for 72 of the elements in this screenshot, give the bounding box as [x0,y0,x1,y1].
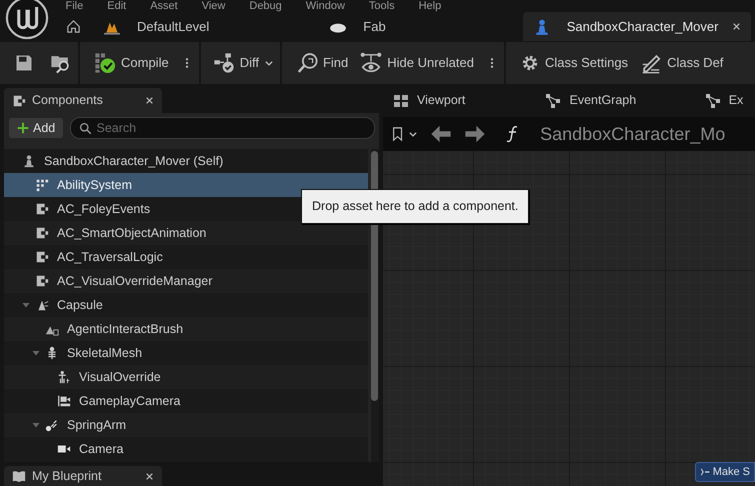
tooltip: Drop asset here to add a component. [301,189,530,224]
document-tab[interactable]: Fab [319,12,396,41]
bookmark-icon [391,126,405,142]
tree-item[interactable]: Capsule [4,293,368,317]
grid-icon [393,92,409,108]
tree-item[interactable]: AbilitySystem [4,173,368,197]
book-icon [12,469,26,483]
engine-logo-icon [5,0,49,40]
class-defaults-button[interactable]: Class Def [634,42,730,84]
camera-rig-icon [57,394,71,408]
graph-tab[interactable]: Ex [696,88,755,113]
graph-title: SandboxCharacter_Mo [540,122,726,146]
compile-button[interactable]: Compile [80,42,175,84]
search-field[interactable]: Search [70,117,375,139]
tree-item[interactable]: GameplayCamera [4,389,368,413]
tree-item[interactable]: AgenticInteractBrush [4,317,368,341]
menu-item[interactable]: Tools [368,0,395,12]
graph-tab[interactable]: EventGraph [537,88,697,113]
close-icon[interactable] [145,96,154,105]
diff-dropdown[interactable]: Diff [200,42,280,84]
tree-item[interactable]: SpringArm [4,413,368,437]
compile-check-icon [94,52,116,74]
expanded-arrow-icon[interactable] [32,421,40,429]
back-arrow-icon[interactable] [430,123,452,145]
home-icon[interactable] [66,19,80,34]
class-settings-button[interactable]: Class Settings [506,42,634,84]
document-tab[interactable]: DefaultLevel [93,12,220,41]
expanded-arrow-icon[interactable] [22,301,30,309]
pawn-icon [22,154,36,168]
graph-icon [704,92,721,108]
menu-item[interactable]: Help [418,0,442,12]
menu-item[interactable]: File [66,0,84,12]
save-icon [14,53,34,73]
component-icon [35,226,49,240]
menu-item[interactable]: Asset [150,0,178,12]
component-icon [35,250,49,264]
hide-unrelated-button[interactable]: Hide Unrelated [354,42,480,84]
diff-icon [212,52,235,74]
tree-item[interactable]: Camera [4,437,368,461]
tree-item[interactable]: AC_TraversalLogic [4,245,368,269]
tree-item[interactable]: AC_VisualOverrideManager [4,269,368,293]
panel-tab[interactable]: My Blueprint [4,466,162,486]
menu-item[interactable]: View [202,0,226,12]
spring-icon [45,418,59,432]
make-button[interactable]: Make S [694,462,755,482]
expanded-arrow-icon[interactable] [32,349,40,357]
panel-tab[interactable]: Components [4,88,162,113]
close-icon[interactable] [732,22,742,31]
graph-icon [545,92,562,108]
menu-item[interactable]: Debug [249,0,282,12]
connector-icon [700,466,710,477]
bookmark-dropdown[interactable] [391,126,418,142]
tree-item[interactable]: SkeletalMesh [4,341,368,365]
document-tab[interactable]: SandboxCharacter_Mover [522,12,752,41]
tree-item[interactable]: AC_SmartObjectAnimation [4,221,368,245]
eye-icon [360,52,382,74]
graph-tab[interactable]: Viewport [383,88,538,113]
plus-icon [17,122,29,134]
component-icon [35,274,49,288]
close-icon[interactable] [145,472,154,480]
search-icon [296,52,318,74]
component-icon [12,94,26,108]
menu-item[interactable]: Window [306,0,345,12]
figure-icon [57,370,71,384]
component-icon [35,202,49,216]
find-button[interactable]: Find [282,42,354,84]
tree-item[interactable]: VisualOverride [4,365,368,389]
dots-icon [35,178,49,192]
menu-item[interactable]: Edit [107,0,126,12]
add-button[interactable]: Add [9,118,64,138]
pencil-icon [640,52,662,74]
forward-arrow-icon[interactable] [464,123,486,145]
